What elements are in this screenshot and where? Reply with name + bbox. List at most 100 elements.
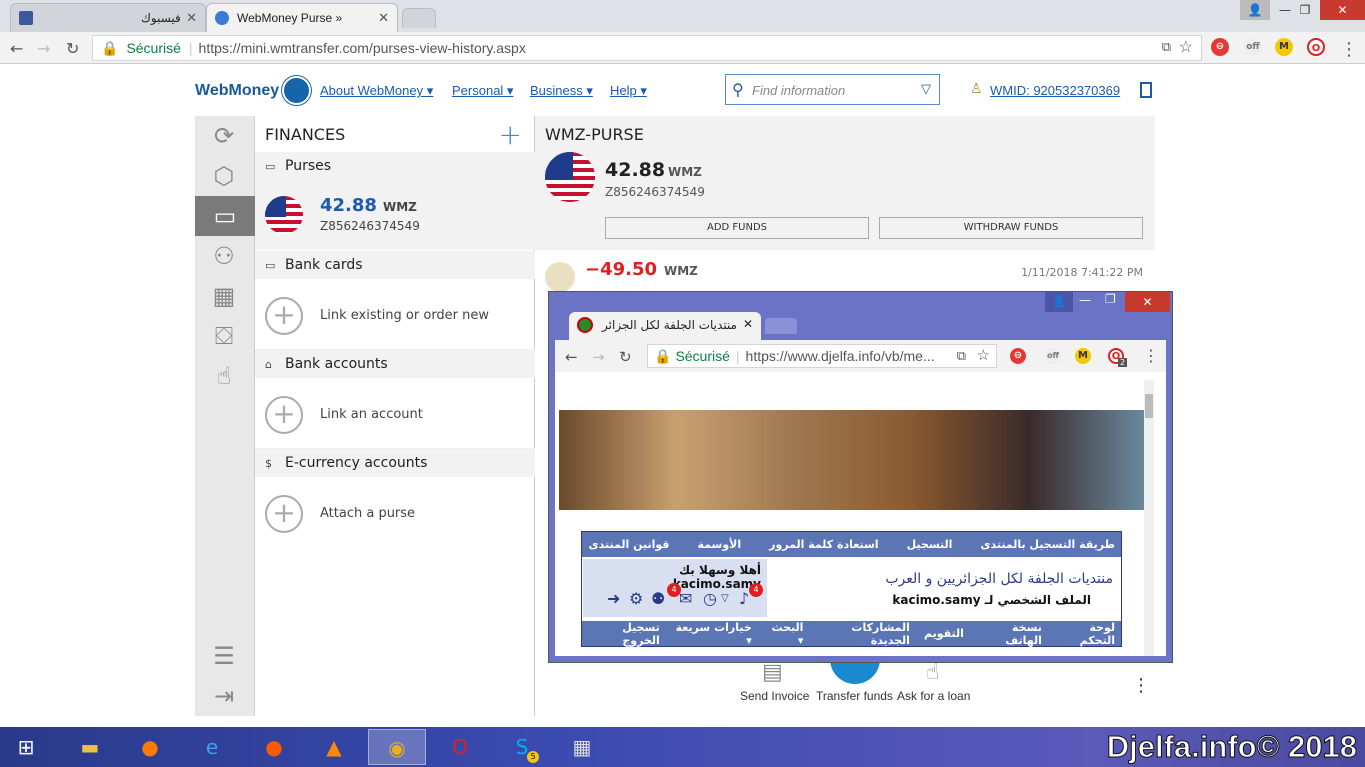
close-icon[interactable]: ✕ — [743, 317, 753, 331]
settings-sliders-icon[interactable]: ☰ — [208, 640, 240, 672]
contacts-icon[interactable]: ⚇ — [208, 240, 240, 272]
file-explorer-icon[interactable]: ▬ — [64, 729, 116, 765]
search-input[interactable]: ⚲ Find information ▽ — [725, 74, 940, 105]
wallet-icon[interactable]: ▭ — [195, 196, 255, 236]
settings-gear-icon[interactable]: ⚙ — [629, 589, 643, 608]
logout-icon[interactable]: ⇥ — [208, 680, 240, 712]
clock-icon[interactable]: ◷ — [703, 589, 717, 608]
minimize-button[interactable]: — — [1079, 293, 1091, 307]
invoice-icon[interactable]: ▤ — [762, 660, 783, 685]
nav-about[interactable]: About WebMoney ▾ — [320, 83, 433, 99]
ask-loan-button[interactable]: Ask for a loan — [897, 689, 970, 703]
nav-rules[interactable]: قوانين المنتدى — [589, 538, 670, 551]
wmid-link[interactable]: WMID: 920532370369 — [990, 83, 1120, 98]
chevron-down-icon[interactable]: ▽ — [721, 593, 729, 604]
loan-hand-icon[interactable]: ☝ — [926, 660, 939, 685]
nav-search[interactable]: البحث ▾ — [766, 621, 803, 647]
reload-icon[interactable]: ↻ — [66, 39, 79, 58]
new-tab-button[interactable] — [765, 318, 797, 334]
profile-link[interactable]: الملف الشخصي لـ kacimo.samy — [892, 593, 1091, 607]
internet-explorer-icon[interactable]: e — [186, 729, 238, 765]
bookmark-star-icon[interactable]: ☆ — [1179, 37, 1193, 57]
m-extension-icon[interactable]: M — [1275, 38, 1293, 56]
opera-icon[interactable]: O — [434, 729, 486, 765]
address-bar[interactable]: 🔒 Sécurisé | https://mini.wmtransfer.com… — [92, 35, 1202, 61]
extension-off-icon[interactable]: off — [1244, 38, 1262, 56]
menu-icon[interactable]: ⋮ — [1143, 346, 1159, 365]
exit-icon[interactable] — [1140, 82, 1152, 98]
translate-icon[interactable]: ⧉ — [1162, 39, 1171, 55]
stop-extension-icon[interactable]: ⊖ — [1010, 348, 1026, 364]
scrollbar[interactable] — [1144, 380, 1154, 656]
send-invoice-button[interactable]: Send Invoice — [740, 689, 809, 703]
logout-icon[interactable]: ➜ — [607, 589, 620, 608]
purse-item[interactable]: 42.88 WMZ Z856246374549 — [255, 180, 535, 250]
close-window-button[interactable]: ✕ — [1320, 0, 1365, 20]
maximize-button[interactable]: ❐ — [1290, 0, 1320, 20]
attach-purse-row[interactable]: + Attach a purse — [255, 478, 535, 548]
m-extension-icon[interactable]: M — [1075, 348, 1091, 364]
nav-new-posts[interactable]: المشاركات الجديدة — [817, 621, 910, 647]
firefox-dev-icon[interactable]: ● — [248, 729, 300, 765]
nav-personal[interactable]: Personal ▾ — [452, 83, 513, 99]
maximize-button[interactable]: ❐ — [1105, 292, 1116, 306]
nav-business[interactable]: Business ▾ — [530, 83, 593, 99]
chrome-icon[interactable]: ◉ — [368, 729, 426, 765]
shop-icon[interactable]: ⛋ — [208, 320, 240, 352]
add-friend-icon[interactable]: ⚉ — [651, 589, 665, 608]
forward-icon[interactable]: → — [37, 39, 50, 58]
bookmark-star-icon[interactable]: ☆ — [977, 346, 990, 364]
filter-icon[interactable]: ▽ — [921, 81, 931, 97]
windows-start-icon[interactable]: ⊞ — [0, 729, 52, 765]
calculator-icon[interactable]: ▦ — [556, 729, 608, 765]
user-icon[interactable]: 👤 — [1240, 0, 1270, 20]
nav-help[interactable]: Help ▾ — [610, 83, 647, 99]
nav-logout[interactable]: تسجيل الخروج — [588, 621, 660, 647]
add-icon[interactable]: + — [499, 118, 522, 151]
link-card-row[interactable]: + Link existing or order new — [255, 280, 535, 350]
forum-title-link[interactable]: منتديات الجلفة لكل الجزائريين و العرب — [885, 571, 1113, 587]
box-icon[interactable]: ⬡ — [208, 160, 240, 192]
link-account-row[interactable]: + Link an account — [255, 379, 535, 449]
popup-address-bar[interactable]: 🔒 Sécurisé | https://www.djelfa.info/vb/… — [647, 344, 997, 368]
close-window-button[interactable]: ✕ — [1125, 292, 1170, 312]
transfer-funds-button[interactable]: Transfer funds — [816, 689, 893, 703]
tab-facebook[interactable]: فيسبوك ✕ — [10, 3, 206, 32]
scrollbar-thumb[interactable] — [1145, 394, 1153, 418]
nav-medals[interactable]: الأوسمة — [697, 538, 741, 551]
nav-control-panel[interactable]: لوحة التحكم — [1056, 621, 1115, 647]
extension-off-icon[interactable]: off — [1045, 348, 1061, 364]
skype-icon[interactable]: S — [496, 729, 548, 765]
nav-calendar[interactable]: التقويم — [924, 627, 964, 640]
menu-icon[interactable]: ⋮ — [1340, 39, 1358, 60]
back-icon[interactable]: ← — [10, 39, 23, 58]
nav-quick-options[interactable]: خيارات سريعة ▾ — [674, 621, 752, 647]
popup-tab[interactable]: منتديات الجلفة لكل الجزائر ✕ — [569, 312, 761, 340]
close-icon[interactable]: ✕ — [378, 10, 389, 26]
new-tab-button[interactable] — [402, 8, 436, 28]
vlc-icon[interactable]: ▲ — [308, 729, 360, 765]
withdraw-funds-button[interactable]: WITHDRAW FUNDS — [879, 217, 1143, 239]
bell-icon[interactable]: ♪ — [739, 589, 749, 608]
firefox-icon[interactable]: ● — [124, 729, 176, 765]
nav-recover-password[interactable]: استعادة كلمة المرور — [769, 538, 878, 551]
loan-icon[interactable]: ☝ — [208, 360, 240, 392]
messages-icon[interactable]: ✉ — [679, 589, 692, 608]
nav-mobile-version[interactable]: نسخة الهاتف — [978, 621, 1042, 647]
opera-extension-icon[interactable]: O — [1307, 38, 1325, 56]
webmoney-logo[interactable]: WebMoney — [195, 82, 279, 100]
reload-icon[interactable]: ↻ — [619, 348, 632, 366]
back-icon[interactable]: ← — [565, 348, 578, 366]
stop-extension-icon[interactable]: ⊖ — [1211, 38, 1229, 56]
forward-icon[interactable]: → — [592, 348, 605, 366]
more-menu-icon[interactable]: ⋮ — [1132, 675, 1150, 696]
translate-icon[interactable]: ⧉ — [957, 348, 966, 364]
add-funds-button[interactable]: ADD FUNDS — [605, 217, 869, 239]
user-icon[interactable]: 👤 — [1045, 292, 1073, 312]
tab-webmoney[interactable]: WebMoney Purse » ✕ — [206, 3, 398, 32]
services-icon[interactable]: ▦ — [208, 280, 240, 312]
nav-registration-method[interactable]: طريقة التسجيل بالمنتدى — [980, 538, 1115, 551]
refresh-icon[interactable]: ⟳ — [208, 120, 240, 152]
nav-register[interactable]: التسجيل — [907, 538, 953, 551]
close-icon[interactable]: ✕ — [186, 10, 197, 26]
